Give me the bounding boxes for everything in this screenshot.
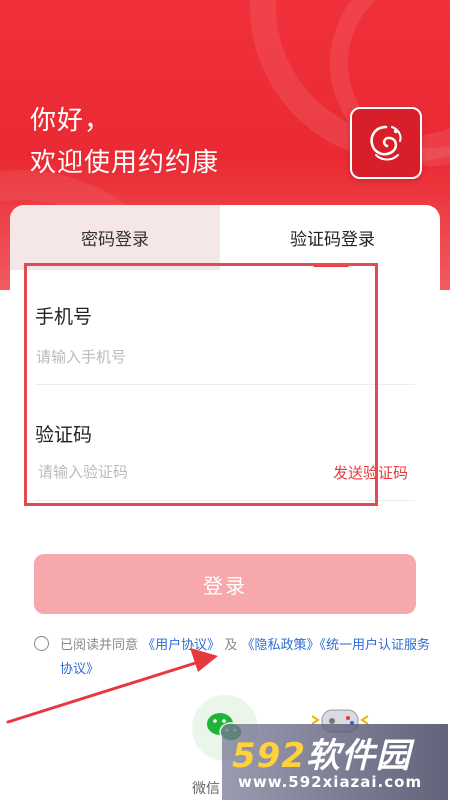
tab-label: 验证码登录	[290, 230, 375, 250]
user-agreement-link[interactable]: 《用户协议》	[142, 638, 220, 653]
send-code-button[interactable]: 发送验证码	[333, 462, 408, 483]
site-watermark: 592软件园 www.592xiazai.com	[222, 724, 448, 800]
divider	[35, 384, 415, 385]
divider	[35, 500, 415, 501]
phone-input[interactable]	[36, 345, 396, 369]
watermark-number: 592	[232, 736, 306, 776]
code-input[interactable]	[38, 460, 318, 484]
agree-radio[interactable]	[34, 636, 49, 651]
watermark-name: 软件园	[305, 736, 411, 776]
phone-label: 手机号	[35, 306, 93, 328]
tab-code-login[interactable]: 验证码登录	[225, 205, 440, 270]
active-tab-indicator	[313, 264, 349, 267]
watermark-url: www.592xiazai.com	[238, 773, 423, 791]
tab-label: 密码登录	[81, 230, 149, 250]
tab-password-login[interactable]: 密码登录	[10, 205, 220, 270]
greeting: 你好， 欢迎使用约约康	[30, 100, 219, 184]
code-label: 验证码	[35, 424, 93, 446]
privacy-policy-link[interactable]: 《隐私政策》	[241, 638, 319, 653]
agreement-text: 已阅读并同意 《用户协议》 及 《隐私政策》《统一用户认证服务协议》	[60, 634, 430, 682]
agreement-and: 及	[224, 638, 238, 653]
agreement-prefix: 已阅读并同意	[60, 638, 139, 653]
wechat-label: 微信	[192, 781, 220, 797]
app-logo-icon	[350, 107, 422, 179]
greeting-line-2: 欢迎使用约约康	[30, 148, 220, 178]
greeting-line-1: 你好，	[30, 106, 112, 136]
login-button[interactable]: 登录	[34, 554, 416, 614]
watermark-title: 592软件园	[232, 728, 411, 777]
